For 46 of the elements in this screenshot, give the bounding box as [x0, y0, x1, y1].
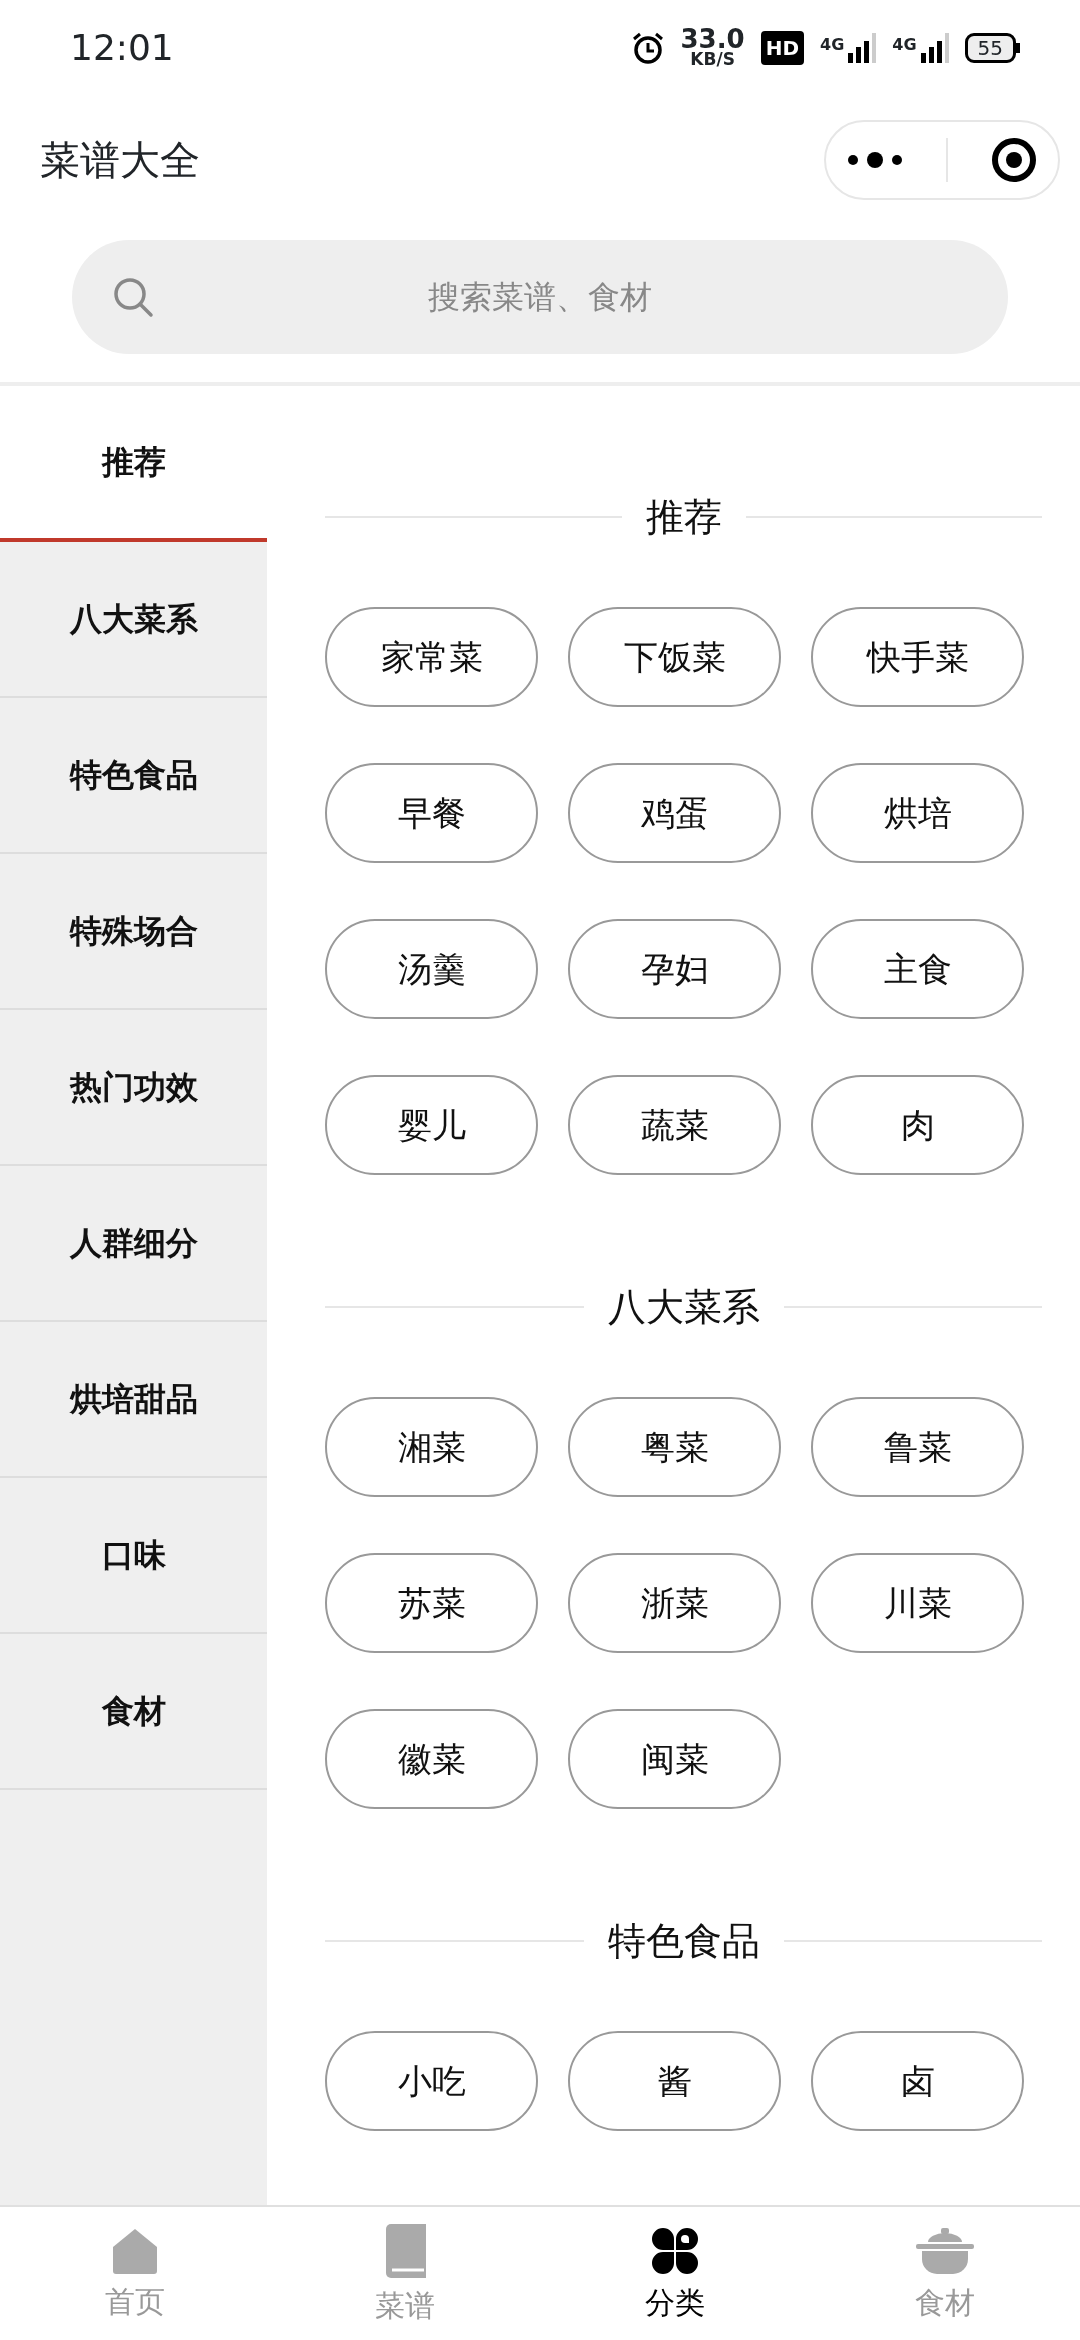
search-icon	[112, 276, 154, 318]
tag-button[interactable]: 浙菜	[568, 1553, 781, 1653]
tag-button[interactable]: 早餐	[325, 763, 538, 863]
signal-icon	[920, 32, 949, 63]
tag-button[interactable]: 鸡蛋	[568, 763, 781, 863]
tag-button[interactable]: 婴儿	[325, 1075, 538, 1175]
tag-button[interactable]: 小吃	[325, 2031, 538, 2131]
page-title: 菜谱大全	[40, 136, 200, 185]
tag-button[interactable]: 孕妇	[568, 919, 781, 1019]
tag-button[interactable]: 下饭菜	[568, 607, 781, 707]
more-icon[interactable]	[847, 150, 904, 170]
section-title: 推荐	[645, 493, 722, 541]
category-icon	[650, 2225, 700, 2276]
speed-value: 33.0	[680, 28, 745, 52]
tag-button[interactable]: 汤羹	[325, 919, 538, 1019]
tag-button[interactable]: 苏菜	[325, 1553, 538, 1653]
hd-badge: HD	[760, 30, 804, 65]
tag-button[interactable]: 湘菜	[325, 1397, 538, 1497]
tag-button[interactable]: 粤菜	[568, 1397, 781, 1497]
tag-button[interactable]: 川菜	[811, 1553, 1024, 1653]
close-icon[interactable]	[990, 137, 1037, 183]
tag-button[interactable]: 快手菜	[811, 607, 1024, 707]
network-label: 4G	[820, 33, 845, 56]
speed-unit: KB/S	[690, 51, 735, 67]
alarm-icon	[630, 30, 665, 65]
tag-button[interactable]: 徽菜	[325, 1709, 538, 1809]
section-title: 特色食品	[607, 1917, 760, 1965]
tag-button[interactable]: 卤	[811, 2031, 1024, 2131]
tag-button[interactable]: 闽菜	[568, 1709, 781, 1809]
tab-bar-item[interactable]: 分类	[540, 2207, 810, 2340]
status-time: 12:01	[70, 25, 174, 70]
pot-icon	[916, 2225, 974, 2276]
tag-button[interactable]: 家常菜	[325, 607, 538, 707]
tag-button[interactable]: 酱	[568, 2031, 781, 2131]
tag-button[interactable]: 鲁菜	[811, 1397, 1024, 1497]
tag-button[interactable]: 蔬菜	[568, 1075, 781, 1175]
section-title: 八大菜系	[607, 1283, 760, 1331]
tag-button[interactable]: 主食	[811, 919, 1024, 1019]
battery-level: 55	[964, 32, 1016, 63]
network-label: 4G	[892, 33, 917, 56]
signal-icon	[848, 32, 877, 63]
home-icon	[111, 2226, 159, 2275]
tag-button[interactable]: 烘培	[811, 763, 1024, 863]
search-field[interactable]: 搜索菜谱、食材	[72, 240, 1008, 354]
sidebar-item[interactable]: 推荐	[0, 386, 267, 542]
tag-button[interactable]: 肉	[811, 1075, 1024, 1175]
